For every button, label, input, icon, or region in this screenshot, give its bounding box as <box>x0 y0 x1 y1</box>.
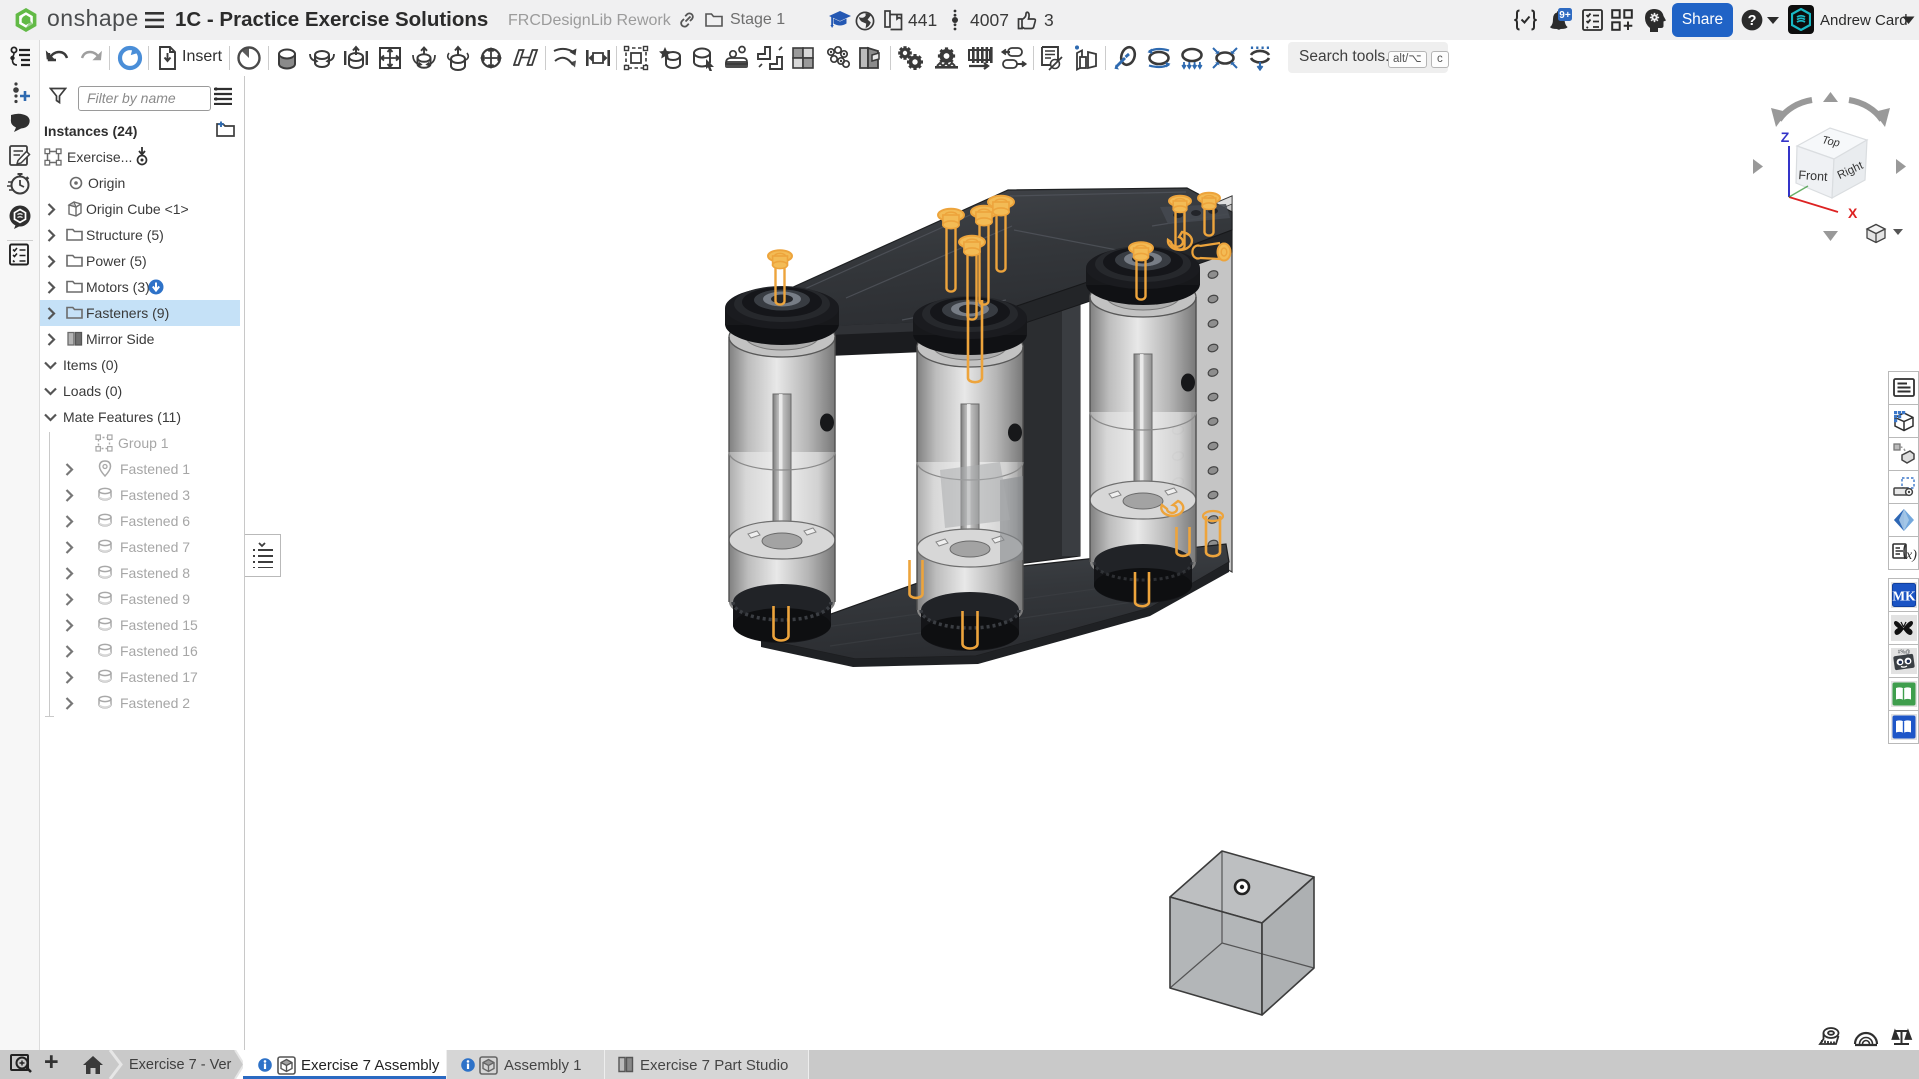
svg-text:9+: 9+ <box>1559 10 1571 21</box>
svg-text:?: ? <box>1748 13 1757 29</box>
svg-text:MK: MK <box>1892 589 1916 604</box>
svg-text:Z: Z <box>1781 129 1790 145</box>
svg-text:X: X <box>1848 205 1858 221</box>
svg-text:Front: Front <box>1798 168 1829 184</box>
svg-text:x): x) <box>1905 548 1917 563</box>
svg-text:#%@: #%@ <box>1898 650 1910 656</box>
